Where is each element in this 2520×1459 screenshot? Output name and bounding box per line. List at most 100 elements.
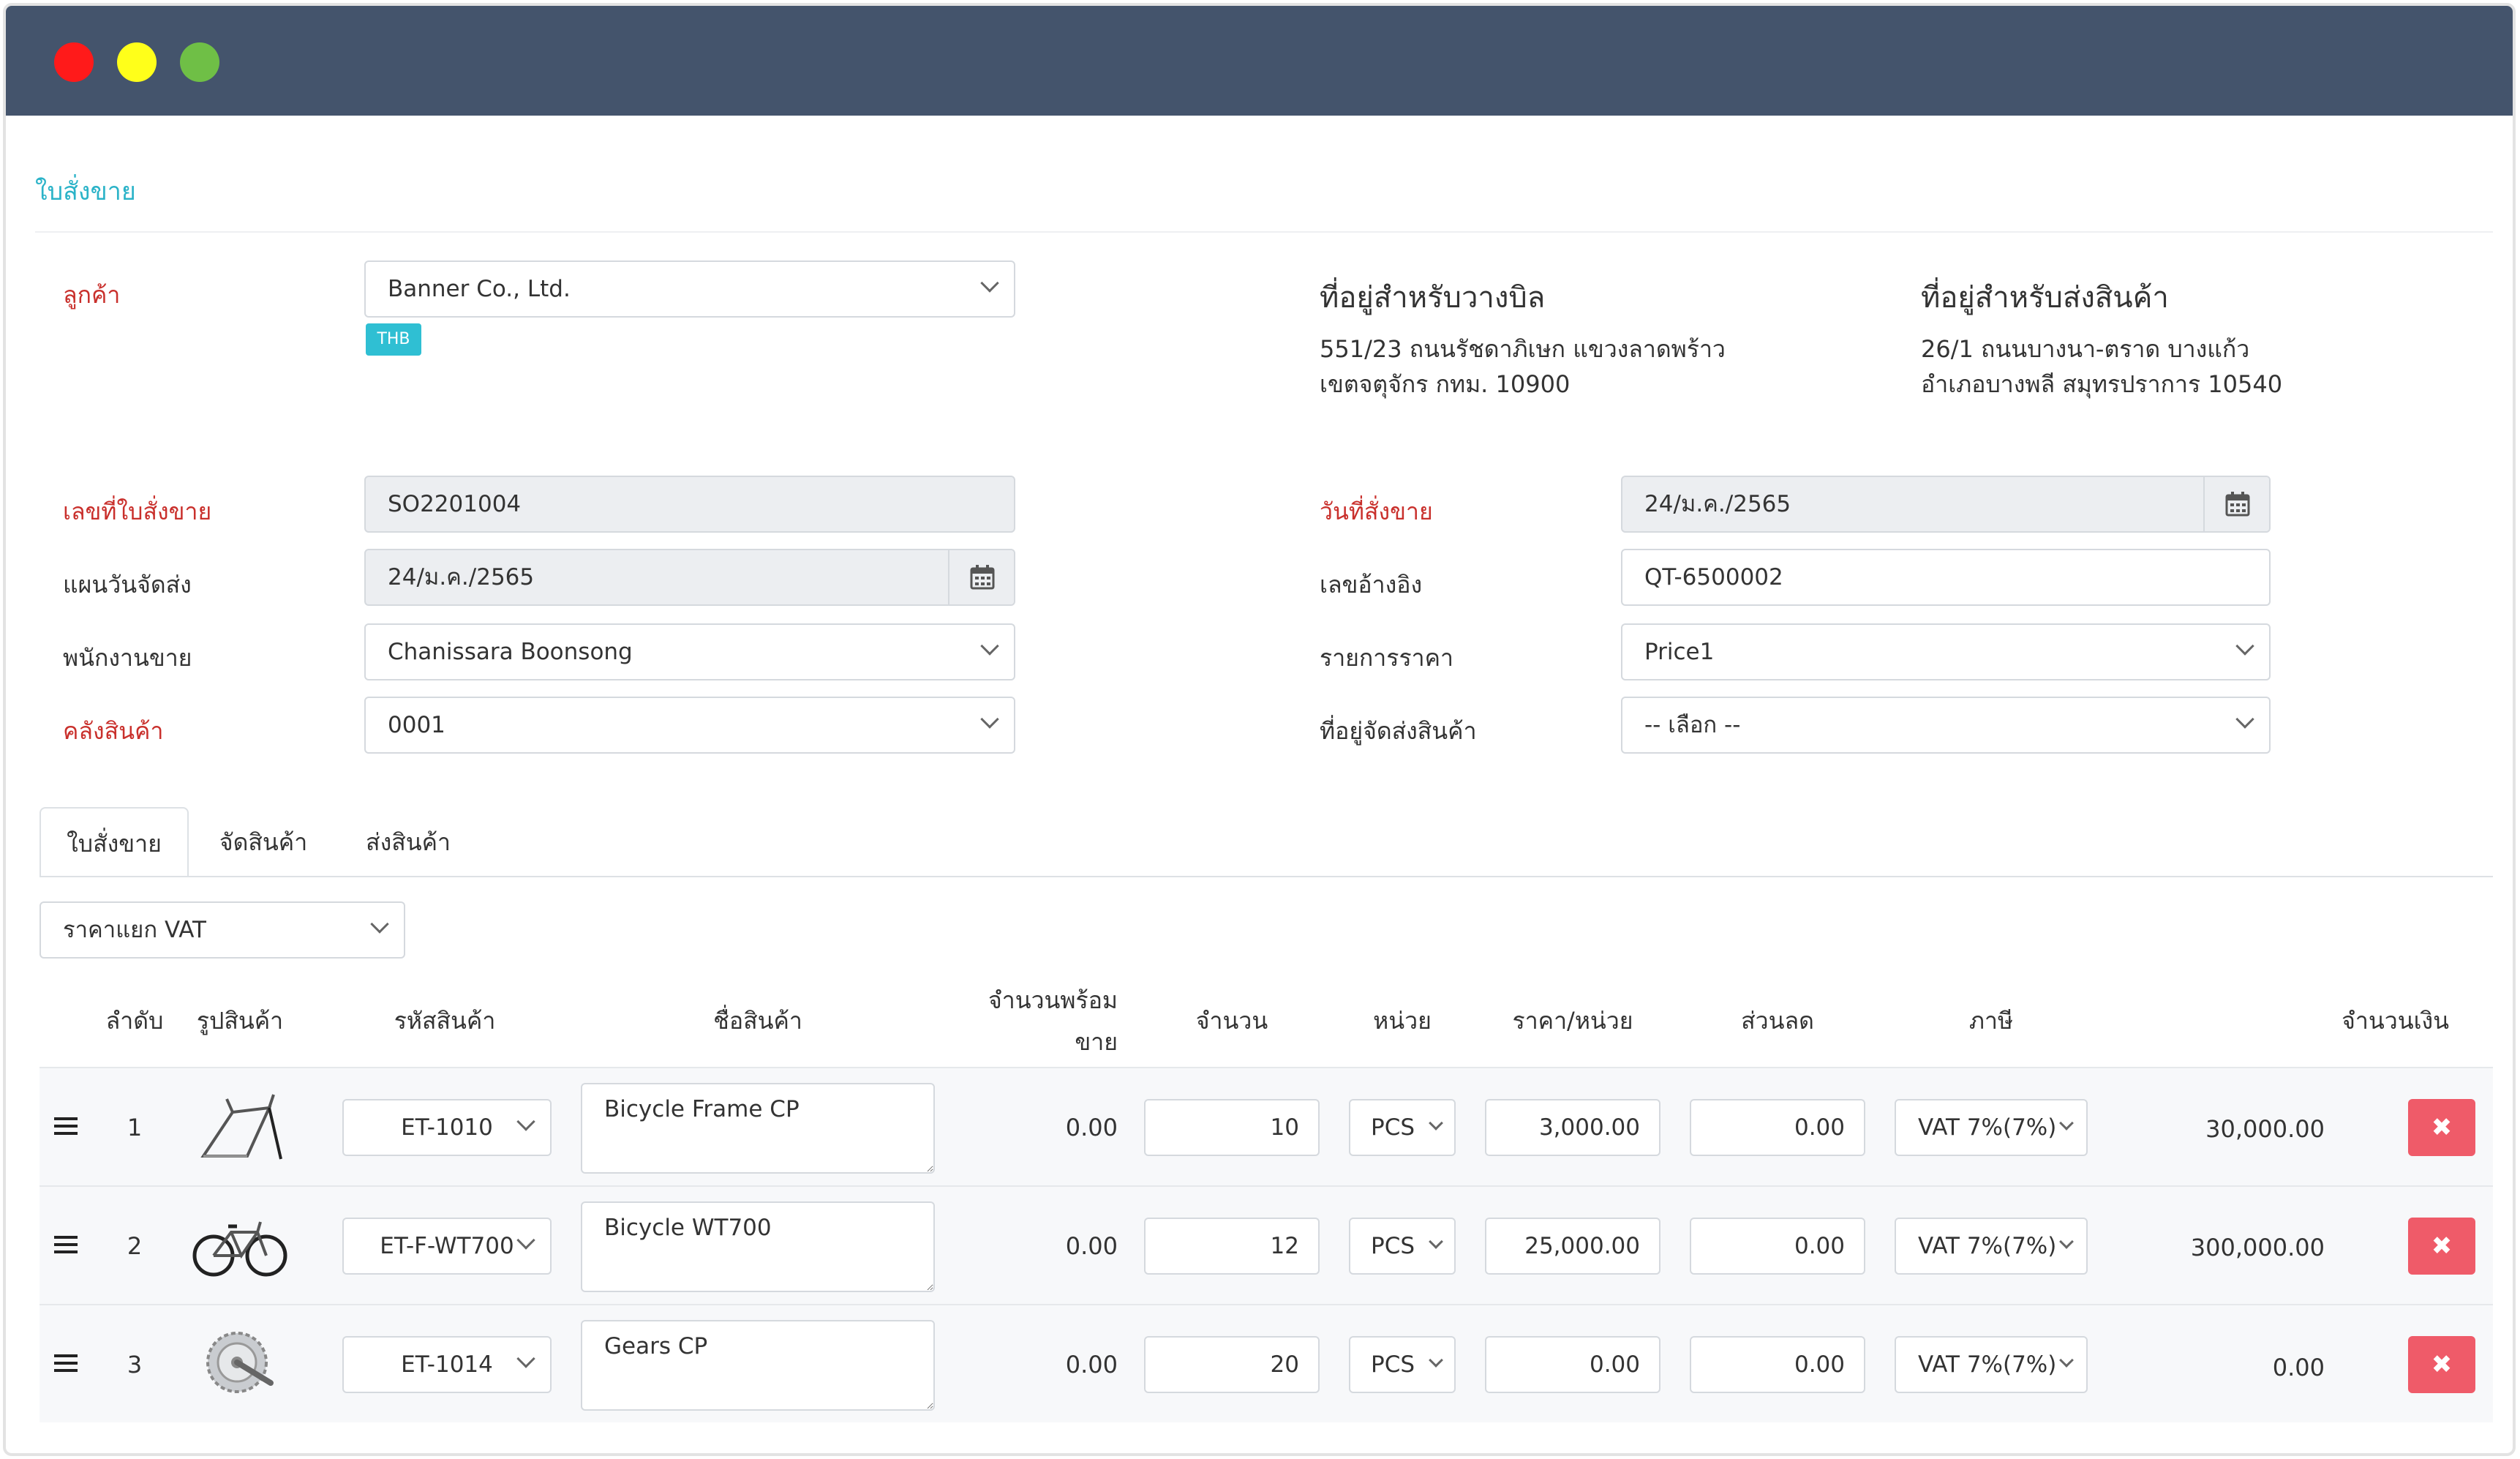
chevron-down-icon bbox=[516, 1112, 535, 1131]
discount-input[interactable]: 0.00 bbox=[1690, 1218, 1865, 1275]
col-header-no: ลำดับ bbox=[105, 1007, 164, 1035]
col-header-amount: จำนวนเงิน bbox=[2342, 1007, 2449, 1035]
product-code-value: ET-1010 bbox=[401, 1114, 493, 1141]
product-name-input[interactable]: Gears CP bbox=[581, 1320, 935, 1411]
unit-price-input[interactable]: 3,000.00 bbox=[1485, 1099, 1660, 1156]
order-date-value: 24/ม.ค./2565 bbox=[1644, 491, 1791, 517]
available-qty: 0.00 bbox=[1065, 1114, 1118, 1141]
unit-select-value: PCS bbox=[1371, 1233, 1415, 1259]
gear-crankset-icon bbox=[189, 1320, 291, 1405]
delete-row-button[interactable]: ✖ bbox=[2408, 1336, 2475, 1393]
col-header-available-line1: จำนวนพร้อม bbox=[988, 986, 1118, 1014]
reference-input[interactable]: QT-6500002 bbox=[1621, 549, 2271, 606]
delete-row-button[interactable]: ✖ bbox=[2408, 1218, 2475, 1275]
col-header-price: ราคา/หน่วย bbox=[1512, 1007, 1633, 1035]
col-header-available-line2: ขาย bbox=[1075, 1028, 1118, 1056]
chevron-down-icon bbox=[1429, 1353, 1443, 1368]
delivery-plan-label: แผนวันจัดส่ง bbox=[63, 571, 192, 599]
delete-row-button[interactable]: ✖ bbox=[2408, 1099, 2475, 1156]
tab-delivery[interactable]: ส่งสินค้า bbox=[342, 807, 474, 877]
chevron-down-icon bbox=[2235, 637, 2254, 656]
delivery-plan-date-value: 24/ม.ค./2565 bbox=[388, 564, 535, 590]
chevron-down-icon bbox=[370, 915, 389, 934]
tax-select[interactable]: VAT 7%(7%) bbox=[1895, 1218, 2088, 1275]
customer-select-value: Banner Co., Ltd. bbox=[388, 276, 571, 302]
customer-select[interactable]: Banner Co., Ltd. bbox=[364, 260, 1015, 318]
drag-handle-icon[interactable] bbox=[54, 1117, 78, 1135]
product-code-select[interactable]: ET-F-WT700 bbox=[342, 1218, 552, 1275]
tax-select-value: VAT 7%(7%) bbox=[1918, 1351, 2057, 1378]
page-title: ใบสั่งขาย bbox=[35, 177, 136, 206]
bicycle-icon bbox=[189, 1201, 291, 1286]
tax-select[interactable]: VAT 7%(7%) bbox=[1895, 1336, 2088, 1393]
product-code-select[interactable]: ET-1014 bbox=[342, 1336, 552, 1393]
chevron-down-icon bbox=[980, 710, 999, 729]
drag-handle-icon[interactable] bbox=[54, 1236, 78, 1253]
delivery-address-select[interactable]: -- เลือก -- bbox=[1621, 697, 2271, 754]
product-code-value: ET-1014 bbox=[401, 1351, 493, 1378]
shipping-address-title: ที่อยู่สำหรับส่งสินค้า bbox=[1921, 281, 2169, 315]
col-header-unit: หน่วย bbox=[1373, 1007, 1432, 1035]
row-number: 2 bbox=[127, 1232, 143, 1260]
warehouse-label: คลังสินค้า bbox=[63, 717, 164, 745]
calendar-icon[interactable] bbox=[2203, 477, 2269, 531]
product-code-value: ET-F-WT700 bbox=[380, 1233, 514, 1259]
qty-input[interactable]: 10 bbox=[1144, 1099, 1320, 1156]
so-number-field[interactable]: SO2201004 bbox=[364, 476, 1015, 533]
col-header-tax: ภาษี bbox=[1968, 1007, 2014, 1035]
chevron-down-icon bbox=[980, 637, 999, 656]
delivery-address-select-value: -- เลือก -- bbox=[1644, 712, 1741, 738]
product-name-input[interactable]: Bicycle WT700 bbox=[581, 1201, 935, 1292]
tax-select-value: VAT 7%(7%) bbox=[1918, 1233, 2057, 1259]
vat-mode-select-value: ราคาแยก VAT bbox=[63, 917, 206, 943]
product-code-select[interactable]: ET-1010 bbox=[342, 1099, 552, 1156]
delivery-plan-date-field[interactable]: 24/ม.ค./2565 bbox=[364, 549, 1015, 606]
tabs-divider bbox=[40, 876, 2493, 877]
close-window-button[interactable] bbox=[54, 42, 94, 82]
col-header-code: รหัสสินค้า bbox=[394, 1007, 496, 1035]
billing-address-title: ที่อยู่สำหรับวางบิล bbox=[1320, 281, 1546, 315]
discount-input[interactable]: 0.00 bbox=[1690, 1336, 1865, 1393]
col-header-available: จำนวนพร้อม ขาย bbox=[942, 982, 1118, 1061]
tab-sales-order[interactable]: ใบสั่งขาย bbox=[40, 807, 189, 877]
drag-handle-icon[interactable] bbox=[54, 1354, 78, 1372]
so-number-label: เลขที่ใบสั่งขาย bbox=[63, 498, 212, 525]
price-list-select[interactable]: Price1 bbox=[1621, 623, 2271, 680]
chevron-down-icon bbox=[516, 1349, 535, 1368]
order-date-field[interactable]: 24/ม.ค./2565 bbox=[1621, 476, 2271, 533]
unit-price-input[interactable]: 25,000.00 bbox=[1485, 1218, 1660, 1275]
chevron-down-icon bbox=[516, 1231, 535, 1250]
qty-input[interactable]: 12 bbox=[1144, 1218, 1320, 1275]
calendar-icon[interactable] bbox=[948, 550, 1014, 604]
tab-picking[interactable]: จัดสินค้า bbox=[198, 807, 329, 877]
salesperson-select[interactable]: Chanissara Boonsong bbox=[364, 623, 1015, 680]
unit-select[interactable]: PCS bbox=[1349, 1099, 1456, 1156]
tax-select[interactable]: VAT 7%(7%) bbox=[1895, 1099, 2088, 1156]
warehouse-select[interactable]: 0001 bbox=[364, 697, 1015, 754]
warehouse-select-value: 0001 bbox=[388, 712, 445, 738]
delivery-address-label: ที่อยู่จัดส่งสินค้า bbox=[1320, 717, 1477, 745]
col-header-qty: จำนวน bbox=[1195, 1007, 1268, 1035]
chevron-down-icon bbox=[2059, 1353, 2074, 1368]
line-amount: 300,000.00 bbox=[2190, 1234, 2325, 1261]
title-bar bbox=[6, 6, 2513, 116]
discount-input[interactable]: 0.00 bbox=[1690, 1099, 1865, 1156]
currency-badge: THB bbox=[366, 323, 421, 356]
product-name-input[interactable]: Bicycle Frame CP bbox=[581, 1083, 935, 1174]
billing-address-line1: 551/23 ถนนรัชดาภิเษก แขวงลาดพร้าว bbox=[1320, 335, 1726, 363]
row-number: 3 bbox=[127, 1351, 143, 1379]
vat-mode-select[interactable]: ราคาแยก VAT bbox=[40, 901, 405, 959]
qty-input[interactable]: 20 bbox=[1144, 1336, 1320, 1393]
unit-select[interactable]: PCS bbox=[1349, 1336, 1456, 1393]
col-header-name: ชื่อสินค้า bbox=[713, 1007, 802, 1035]
line-amount: 0.00 bbox=[2272, 1354, 2325, 1381]
available-qty: 0.00 bbox=[1065, 1232, 1118, 1260]
minimize-window-button[interactable] bbox=[117, 42, 157, 82]
reference-label: เลขอ้างอิง bbox=[1320, 571, 1423, 599]
tax-select-value: VAT 7%(7%) bbox=[1918, 1114, 2057, 1141]
unit-select[interactable]: PCS bbox=[1349, 1218, 1456, 1275]
maximize-window-button[interactable] bbox=[180, 42, 219, 82]
unit-price-input[interactable]: 0.00 bbox=[1485, 1336, 1660, 1393]
billing-address-line2: เขตจตุจักร กทม. 10900 bbox=[1320, 370, 1571, 398]
bicycle-frame-icon bbox=[189, 1083, 291, 1168]
